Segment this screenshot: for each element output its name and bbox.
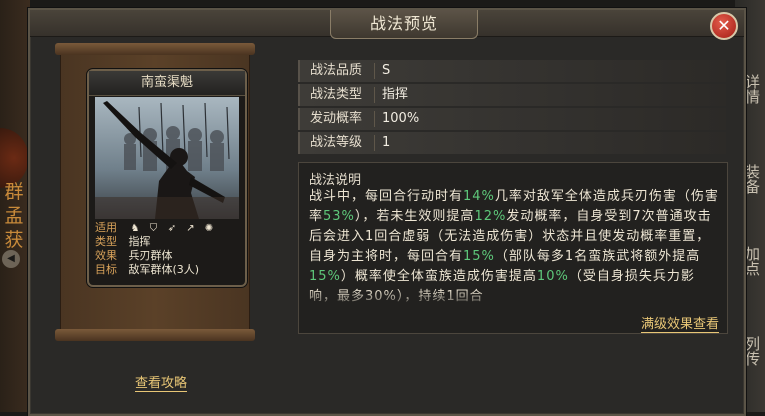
- attr-divider: [374, 63, 375, 79]
- attr-divider: [374, 111, 375, 127]
- close-icon[interactable]: ✕: [710, 12, 738, 40]
- description-fade: [309, 289, 721, 311]
- attr-divider: [374, 135, 375, 151]
- attr-type: 战法类型 指挥: [298, 84, 726, 106]
- description-segment: （部队每多1名蛮族武将额外提高: [494, 249, 701, 264]
- full-effect-link[interactable]: 满级效果查看: [640, 313, 719, 333]
- card-info-type: 类型 指挥: [95, 235, 239, 249]
- view-guide-link[interactable]: 查看攻略: [135, 372, 188, 392]
- card-info-target: 目标 敌军群体(3人): [95, 263, 239, 277]
- attr-divider: [374, 87, 375, 103]
- attr-key: 战法类型: [310, 87, 363, 102]
- attr-value: 1: [382, 135, 391, 150]
- tactic-card-artwork: [95, 97, 239, 219]
- tactic-card-info: 适用 ♞ ⛉ ➶ ↗ ✺ 类型 指挥 效果 兵刃群体 目标 敌军群体(3人): [95, 221, 239, 277]
- scroll-rod-top: [55, 43, 255, 55]
- scroll-rod-bottom: [55, 329, 255, 341]
- shield-icon: ⛉: [149, 223, 158, 234]
- tactic-card: 南蛮渠魁 适用 ♞ ⛉ ➶ ↗ ✺ 类型 指挥 效果 兵刃群体 目标 敌军群体(…: [87, 69, 247, 287]
- description-highlight-value: 14%: [463, 189, 495, 204]
- attr-value: 100%: [382, 111, 420, 126]
- spear-icon: ↗: [186, 223, 195, 234]
- description-highlight-value: 15%: [463, 249, 495, 264]
- description-highlight-value: 53%: [323, 209, 355, 224]
- info-value: 兵刃群体: [128, 249, 173, 262]
- description-segment: ）概率使全体蛮族造成伤害提高: [340, 269, 537, 284]
- description-highlight-value: 15%: [309, 269, 341, 284]
- tactic-card-scroll: 南蛮渠魁 适用 ♞ ⛉ ➶ ↗ ✺ 类型 指挥 效果 兵刃群体 目标 敌军群体(…: [55, 43, 255, 341]
- info-value: 指挥: [128, 235, 151, 248]
- tactic-card-name: 南蛮渠魁: [89, 71, 245, 96]
- description-segment: ），若未生效则提高: [354, 209, 475, 224]
- description-highlight-value: 10%: [536, 269, 569, 284]
- tactic-description-box: 战法说明 战斗中，每回合行动时有14%几率对敌军全体造成兵刃伤害（伤害率53%）…: [298, 162, 728, 334]
- attr-key: 发动概率: [310, 111, 363, 126]
- card-info-effect: 效果 兵刃群体: [95, 249, 239, 263]
- cavalry-icon: ♞: [130, 223, 140, 234]
- info-key: 适用: [95, 221, 117, 234]
- name-char: 孟: [4, 205, 24, 227]
- speaker-icon[interactable]: ◀: [2, 250, 20, 268]
- attr-trigger-rate: 发动概率 100%: [298, 108, 726, 130]
- siege-icon: ✺: [204, 223, 214, 234]
- name-char: 群: [4, 181, 24, 203]
- description-segment: 战斗中，每回合行动时有: [309, 189, 464, 204]
- modal-title: 战法预览: [330, 10, 478, 39]
- info-key: 目标: [95, 263, 117, 276]
- description-title: 战法说明: [309, 173, 362, 188]
- description-highlight-value: 12%: [474, 209, 507, 224]
- attr-quality: 战法品质 S: [298, 60, 726, 82]
- attr-key: 战法品质: [310, 63, 363, 78]
- attr-value: S: [382, 63, 391, 78]
- attr-value: 指挥: [382, 87, 409, 102]
- info-key: 类型: [95, 235, 117, 248]
- info-key: 效果: [95, 249, 117, 262]
- tactic-preview-modal: 战法预览 ✕ 南蛮渠魁 适用 ♞ ⛉ ➶ ↗ ✺ 类型 指挥 效果 兵刃群体 目…: [28, 8, 746, 416]
- tactic-attributes: 战法品质 S 战法类型 指挥 发动概率 100% 战法等级 1: [298, 60, 726, 156]
- info-value: 敌军群体(3人): [128, 263, 200, 276]
- archer-icon: ➶: [167, 223, 177, 234]
- attr-key: 战法等级: [310, 135, 363, 150]
- card-info-applicable: 适用 ♞ ⛉ ➶ ↗ ✺: [95, 221, 239, 235]
- name-char: 获: [4, 229, 24, 251]
- attr-level: 战法等级 1: [298, 132, 726, 154]
- general-name-vertical: 群 孟 获: [2, 180, 26, 252]
- troop-type-icons: ♞ ⛉ ➶ ↗ ✺: [129, 221, 218, 235]
